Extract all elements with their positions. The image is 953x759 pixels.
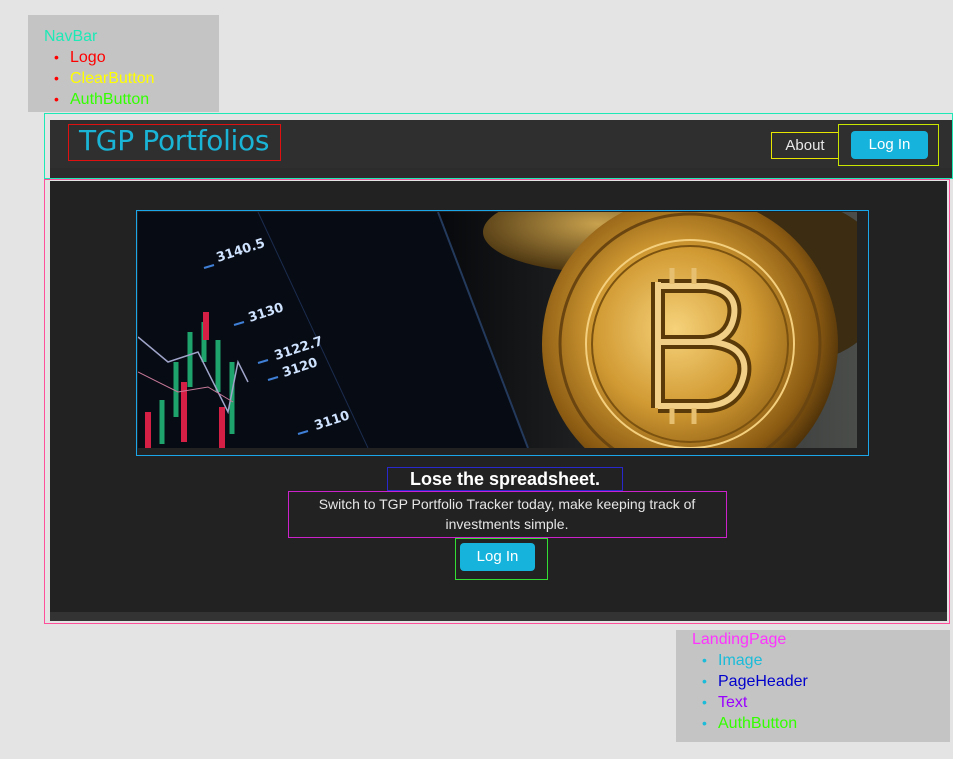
page-text: Switch to TGP Portfolio Tracker today, m… (318, 496, 696, 532)
landing-legend-title: LandingPage (692, 631, 787, 648)
legend-item-label: Image (718, 652, 763, 669)
legend-item-image: • Image (702, 650, 934, 671)
about-button[interactable]: About (771, 133, 839, 159)
legend-item-text: • Text (702, 692, 934, 713)
logo[interactable]: TGP Portfolios (79, 124, 269, 157)
legend-item-label: AuthButton (718, 715, 798, 732)
legend-item-auth-button: • AuthButton (702, 713, 934, 734)
legend-item-clear-button: • ClearButton (54, 68, 203, 89)
bullet-icon: • (702, 652, 707, 668)
navbar-legend-title: NavBar (44, 28, 98, 45)
page-header: Lose the spreadsheet. (409, 469, 601, 489)
legend-item-label: ClearButton (70, 70, 155, 87)
bullet-icon: • (54, 91, 59, 107)
navbar-legend: NavBar • Logo • ClearButton • AuthButton (28, 15, 219, 112)
navbar-bottom-strip (50, 168, 953, 178)
legend-item-label: Logo (70, 49, 106, 66)
bullet-icon: • (702, 715, 707, 731)
navbar-login-button[interactable]: Log In (851, 131, 928, 159)
landing-bottom-strip (50, 612, 947, 621)
legend-item-label: Text (718, 694, 748, 711)
bullet-icon: • (702, 673, 707, 689)
legend-item-auth-button: • AuthButton (54, 89, 203, 110)
landing-legend: LandingPage • Image • PageHeader • Text • Au… (676, 630, 950, 742)
bullet-icon: • (54, 70, 59, 86)
landing-login-button[interactable]: Log In (460, 543, 535, 571)
legend-item-label: AuthButton (70, 91, 150, 108)
legend-item-page-header: • PageHeader (702, 671, 934, 692)
legend-item-label: PageHeader (718, 673, 808, 690)
bullet-icon: • (702, 694, 707, 710)
hero-image: 3140.5 3130 3122.7 3120 3110 (138, 212, 857, 448)
bullet-icon: • (54, 49, 59, 65)
legend-item-logo: • Logo (54, 47, 203, 68)
